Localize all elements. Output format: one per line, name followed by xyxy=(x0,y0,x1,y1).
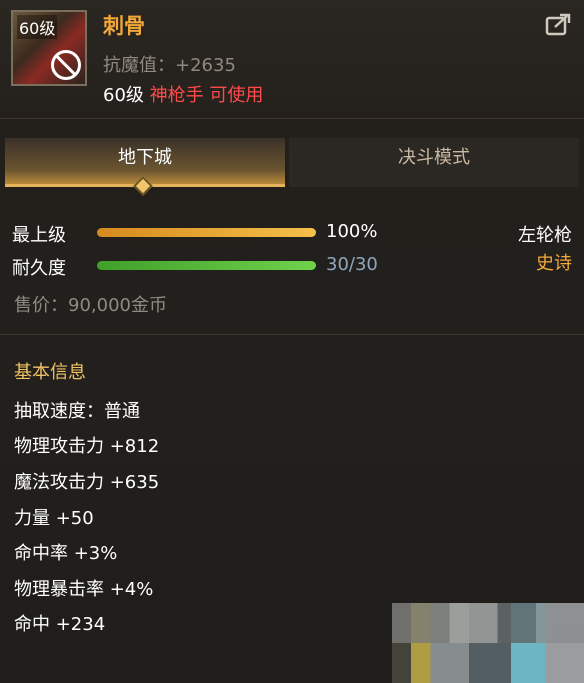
grade-bar-fill xyxy=(97,228,316,237)
weapon-type: 左轮枪 xyxy=(518,225,572,246)
stat-line: 命中 +234 xyxy=(14,614,106,635)
durability-bar xyxy=(97,261,316,270)
stat-line: 命中率 +3% xyxy=(14,543,118,564)
stat-line: 魔法攻击力 +635 xyxy=(14,472,160,493)
item-level-badge: 60级 xyxy=(17,15,58,39)
requirement-class: 神枪手 可使用 xyxy=(149,85,264,106)
stat-line: 力量 +50 xyxy=(14,508,94,529)
stat-line: 物理暴击率 +4% xyxy=(14,579,154,600)
rarity-label: 史诗 xyxy=(536,253,572,274)
mode-tabs: 地下城 决斗模式 xyxy=(5,138,579,187)
stat-line: 抽取速度：普通 xyxy=(14,401,140,422)
sell-price: 售价：90,000金币 xyxy=(14,295,167,316)
item-name: 刺骨 xyxy=(103,14,145,38)
item-requirement: 60级 神枪手 可使用 xyxy=(103,81,263,107)
share-external-icon[interactable] xyxy=(545,13,571,37)
grade-bar xyxy=(97,228,316,237)
durability-value: 30/30 xyxy=(326,254,378,275)
tab-pvp[interactable]: 决斗模式 xyxy=(289,138,579,187)
requirement-level: 60级 xyxy=(103,85,144,106)
item-header: 60级 刺骨 抗魔值：+2635 60级 神枪手 可使用 xyxy=(0,0,584,119)
section-title: 基本信息 xyxy=(14,362,86,383)
durability-label: 耐久度 xyxy=(12,258,66,279)
durability-bar-fill xyxy=(97,261,316,270)
prohibited-icon xyxy=(51,50,81,80)
item-tooltip-panel: 60级 刺骨 抗魔值：+2635 60级 神枪手 可使用 地下城 决斗模式 最上… xyxy=(0,0,584,683)
stat-line: 物理攻击力 +812 xyxy=(14,436,160,457)
pixelated-overlay xyxy=(392,603,584,683)
item-resist: 抗魔值：+2635 xyxy=(103,55,236,76)
item-icon: 60级 xyxy=(11,10,87,86)
grade-value: 100% xyxy=(326,221,378,242)
grade-label: 最上级 xyxy=(12,225,66,246)
divider xyxy=(0,334,584,335)
